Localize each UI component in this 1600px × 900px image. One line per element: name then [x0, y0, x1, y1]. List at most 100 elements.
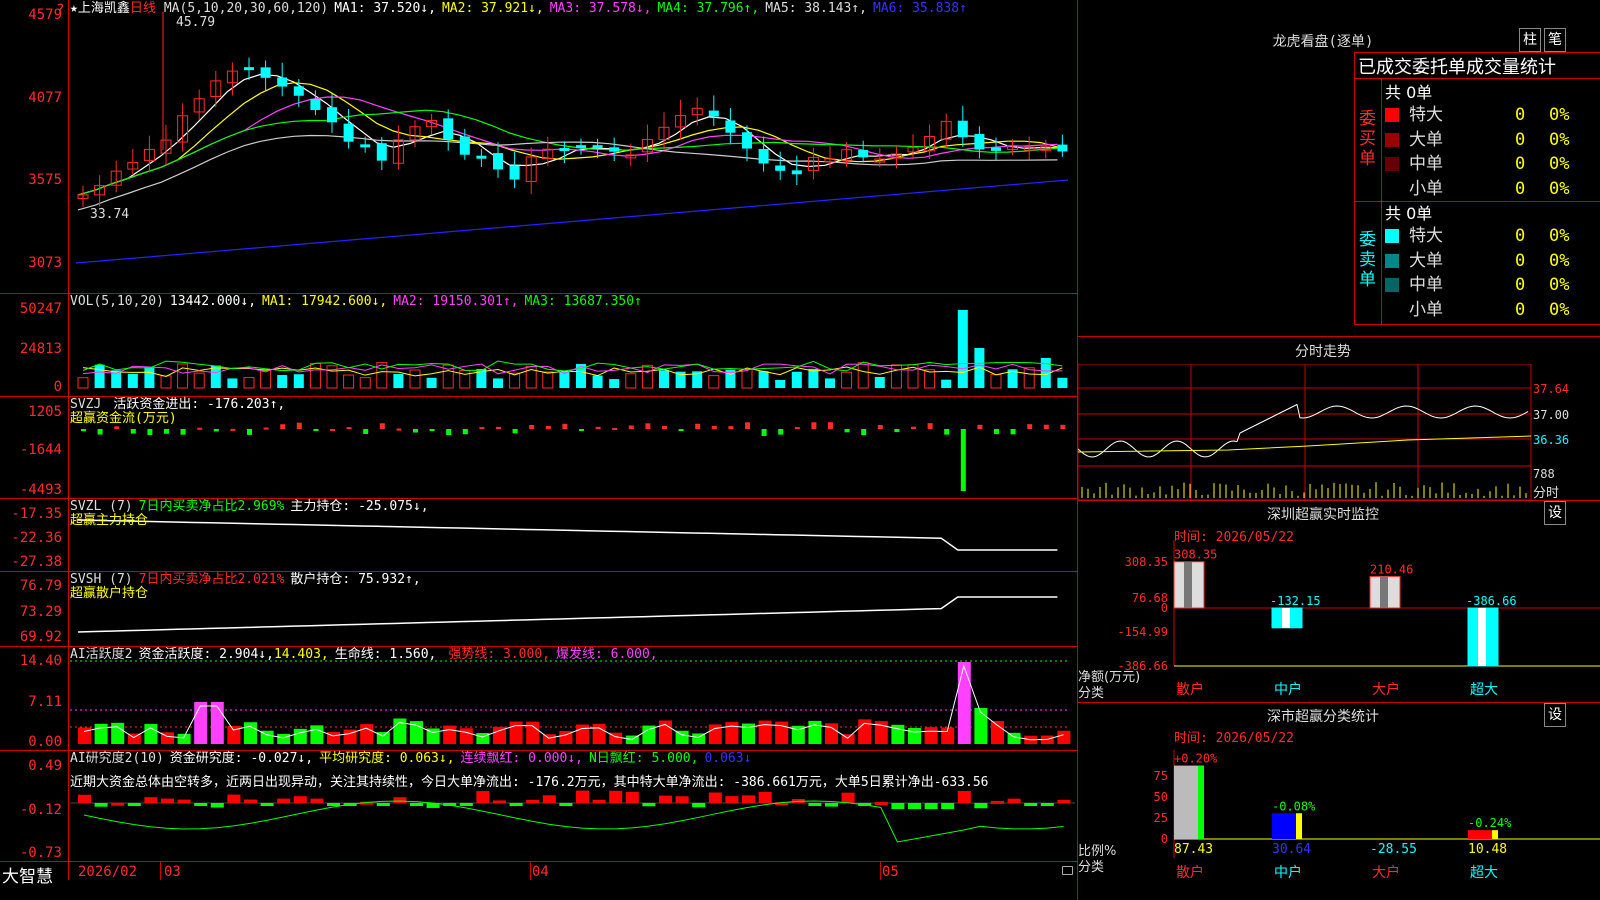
vol-bar — [160, 375, 172, 389]
vol-bar — [990, 374, 1002, 389]
tick-button[interactable]: 笔 — [1544, 28, 1566, 52]
column-button[interactable]: 柱 — [1519, 28, 1541, 52]
class-settings-button[interactable]: 设 — [1544, 703, 1566, 727]
research-bar — [609, 790, 623, 803]
vol-bar — [227, 378, 238, 388]
buy-swatch — [1385, 108, 1399, 122]
fenshi-price — [1078, 403, 1529, 458]
vol-ma3: MA3: 13687.350↑ — [524, 294, 642, 309]
ma-line — [77, 82, 1058, 196]
ai-bar — [443, 725, 457, 744]
ma2-value: MA2: 37.921↓, — [441, 1, 544, 16]
monitor-xlabel: 分类 — [1078, 686, 1105, 701]
svzj-bar — [363, 429, 369, 434]
svzj-bar — [429, 429, 435, 431]
ai-bar — [808, 720, 822, 744]
sell-name: 小单 — [1409, 299, 1443, 320]
svzj-bar — [745, 422, 750, 429]
research-bar — [194, 803, 208, 806]
research-bar — [94, 803, 108, 807]
svzj-bar — [927, 423, 933, 429]
y-label: 4579 — [28, 7, 62, 23]
research-bar — [808, 803, 822, 806]
ai-value2: 14.403, — [273, 647, 329, 662]
class-top-label: +0.20% — [1174, 752, 1218, 766]
svzj-bar — [960, 429, 966, 491]
svzj-bar — [828, 422, 833, 429]
buy-swatch — [1385, 157, 1399, 171]
svsh-line — [77, 596, 1058, 633]
research-bar — [78, 794, 91, 803]
class-bar-edge — [1296, 813, 1302, 839]
svzj-bar — [894, 429, 900, 433]
ai-bar — [277, 733, 291, 744]
class-xlabel: 分类 — [1078, 860, 1105, 875]
candle — [260, 67, 271, 78]
monitor-bar-highlight — [1380, 576, 1388, 608]
candle — [991, 147, 1001, 151]
research-bar — [1007, 798, 1021, 803]
vol-ma1: MA1: 17942.600↓, — [262, 294, 388, 309]
research-bar — [1057, 799, 1071, 803]
y-label: 50247 — [19, 301, 62, 317]
svzj-bar — [811, 422, 817, 429]
vol-bar — [277, 375, 288, 388]
stock-title[interactable]: ★上海凯鑫 — [70, 1, 130, 16]
vol-bar — [1023, 367, 1035, 389]
vol-bar — [77, 377, 89, 389]
svzj-bar — [396, 428, 402, 431]
lock-icon[interactable] — [1062, 866, 1073, 875]
buy-percent: 0% — [1549, 129, 1570, 150]
svzj-bar — [695, 423, 701, 429]
vol-bar — [791, 371, 802, 388]
svsh-label: SVSH (7) — [70, 572, 133, 587]
sell-block: 委卖单 共 0单 特大 0 0% 大单 0 0% 中单 0 0% 小单 0 0% — [1354, 200, 1600, 325]
chart-area[interactable]: ★上海凯鑫日线 MA(5,10,20,30,60,120) MA1: 37.520↓… — [0, 0, 1078, 900]
brand-label: 大智慧 — [2, 867, 53, 887]
svzj-bar — [296, 422, 302, 429]
fenshi-chart[interactable] — [1078, 364, 1600, 500]
sell-count: 0 — [1515, 250, 1526, 271]
svzl-y-axis: -17.35 -22.36 -27.38 — [0, 498, 62, 571]
date-label: 03 — [164, 864, 181, 880]
monitor-bar-highlight — [1282, 608, 1290, 628]
candle — [775, 165, 786, 171]
candle — [609, 147, 620, 152]
ai-bar — [177, 733, 191, 744]
ai2-avg: 平均研究度: 0.063↓, — [319, 751, 455, 766]
vol-bar — [542, 371, 554, 389]
svzj-bar — [512, 429, 518, 434]
sell-swatch — [1385, 278, 1399, 292]
svzj-bar — [180, 429, 186, 435]
svsh-y-axis: 76.79 73.29 69.92 — [0, 571, 62, 646]
y-label: 4077 — [28, 90, 62, 106]
candle — [310, 98, 321, 110]
ai-bar — [459, 728, 473, 744]
monitor-bar-label: -386.66 — [1466, 594, 1517, 608]
research-bar — [692, 803, 706, 808]
candle — [974, 133, 985, 150]
svzj-bar — [1060, 424, 1066, 429]
ma5-value: MA5: 38.143↑, — [765, 1, 867, 16]
svzl-sub: 超赢主力持仓 — [70, 513, 149, 528]
research-bar — [625, 791, 639, 803]
vol-bar — [825, 378, 835, 388]
ai2-news: 近期大资金总体由空转多，近两日出现异动，关注其持续性，今日大单净流出: -176… — [70, 775, 989, 790]
svzj-bar — [479, 427, 485, 430]
vol-bar — [857, 362, 869, 389]
ai-bar — [111, 722, 125, 744]
ai2-nday: N日飘红: 5.000, — [588, 751, 699, 766]
candle — [791, 170, 802, 175]
svzj-bar — [861, 429, 867, 436]
sell-swatch — [1385, 229, 1399, 243]
candle — [559, 148, 570, 152]
sell-side-label: 委卖单 — [1359, 230, 1376, 290]
monitor-category: 大户 — [1372, 681, 1400, 698]
sell-count: 0 — [1515, 226, 1526, 246]
period-label[interactable]: 日线 — [130, 1, 156, 16]
fenshi-title: 分时走势 — [1295, 344, 1351, 360]
vol-bar — [359, 377, 371, 389]
candle — [293, 86, 304, 96]
monitor-settings-button[interactable]: 设 — [1544, 501, 1566, 525]
svzj-bar — [247, 429, 252, 435]
